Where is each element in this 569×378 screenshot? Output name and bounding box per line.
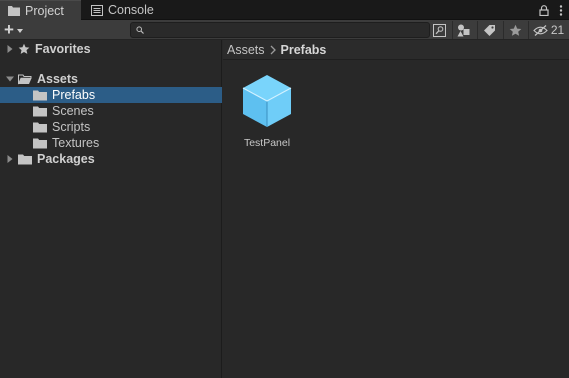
tree-item-label: Scripts bbox=[52, 120, 91, 134]
filter-by-label-button[interactable] bbox=[477, 21, 501, 39]
folder-icon bbox=[33, 122, 47, 132]
asset-grid: TestPanel bbox=[223, 61, 569, 378]
chevron-down-icon[interactable] bbox=[6, 75, 14, 83]
kebab-menu-icon[interactable] bbox=[559, 4, 563, 16]
folder-open-icon bbox=[18, 74, 32, 84]
tree-item-label: Favorites bbox=[35, 42, 91, 56]
plus-icon: + bbox=[4, 20, 14, 39]
chevron-right-icon bbox=[270, 45, 276, 54]
star-icon bbox=[18, 43, 30, 54]
lock-icon[interactable] bbox=[539, 4, 549, 16]
scene-search-icon bbox=[432, 23, 446, 37]
search-field[interactable] bbox=[130, 22, 430, 38]
tree-item-prefabs[interactable]: Prefabs bbox=[0, 87, 222, 103]
tab-console[interactable]: Console bbox=[83, 0, 163, 20]
create-button[interactable]: + bbox=[4, 21, 34, 39]
prefab-cube-icon bbox=[242, 75, 292, 127]
hidden-packages-toggle[interactable]: 21 bbox=[528, 21, 568, 39]
hidden-count: 21 bbox=[550, 23, 565, 37]
tab-label: Console bbox=[108, 3, 154, 17]
tree-item-scripts[interactable]: Scripts bbox=[0, 119, 222, 135]
asset-item-testpanel[interactable]: TestPanel bbox=[235, 73, 299, 163]
tree-item-textures[interactable]: Textures bbox=[0, 135, 222, 151]
tab-label: Project bbox=[25, 3, 64, 18]
tag-icon bbox=[484, 24, 495, 36]
tree-item-assets[interactable]: Assets bbox=[0, 71, 222, 87]
console-icon bbox=[91, 4, 103, 16]
folder-icon bbox=[33, 90, 47, 100]
search-by-type-button[interactable] bbox=[432, 21, 446, 39]
folder-icon bbox=[18, 154, 32, 164]
chevron-down-icon bbox=[16, 29, 23, 33]
folder-icon bbox=[33, 106, 47, 116]
folder-icon bbox=[8, 6, 20, 16]
tree-item-label: Textures bbox=[52, 136, 100, 150]
folder-icon bbox=[33, 138, 47, 148]
eye-slash-icon bbox=[533, 24, 548, 36]
tree-item-label: Scenes bbox=[52, 104, 94, 118]
tree-item-label: Assets bbox=[37, 72, 78, 86]
favorites-filter-button[interactable] bbox=[503, 21, 527, 39]
asset-name: TestPanel bbox=[243, 137, 291, 149]
tree-item-label: Packages bbox=[37, 152, 95, 166]
tree-item-scenes[interactable]: Scenes bbox=[0, 103, 222, 119]
tree-item-label: Prefabs bbox=[52, 88, 96, 102]
tab-project[interactable]: Project bbox=[0, 0, 81, 20]
breadcrumb: Assets Prefabs bbox=[223, 40, 569, 60]
star-icon bbox=[509, 24, 522, 36]
search-input[interactable] bbox=[147, 23, 427, 37]
project-toolbar: + 21 bbox=[0, 20, 569, 40]
breadcrumb-item-assets[interactable]: Assets bbox=[227, 43, 265, 57]
chevron-right-icon[interactable] bbox=[6, 45, 14, 53]
filter-by-type-button[interactable] bbox=[452, 21, 474, 39]
tree-item-packages[interactable]: Packages bbox=[0, 151, 222, 167]
folder-tree: Favorites Assets Prefabs Scenes Scripts bbox=[0, 40, 222, 378]
search-icon bbox=[136, 26, 144, 34]
tree-item-favorites[interactable]: Favorites bbox=[0, 41, 222, 57]
chevron-right-icon[interactable] bbox=[6, 155, 14, 163]
window-tab-bar: Project Console bbox=[0, 0, 569, 20]
breadcrumb-item-prefabs[interactable]: Prefabs bbox=[281, 43, 327, 57]
shapes-icon bbox=[457, 24, 470, 36]
